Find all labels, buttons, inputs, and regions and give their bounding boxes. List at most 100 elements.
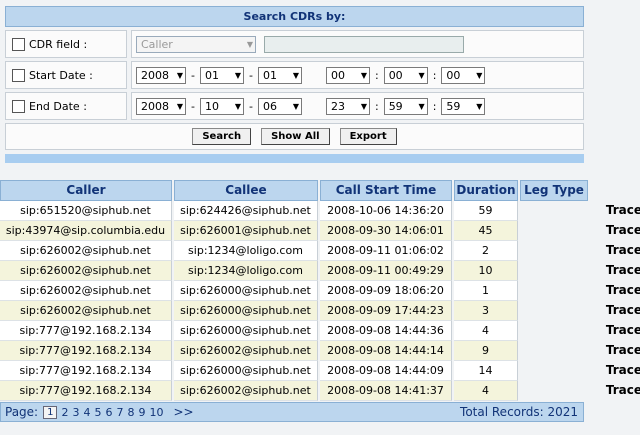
cell-start-time: 2008-09-08 14:41:37 bbox=[320, 381, 452, 401]
cell-caller: sip:626002@siphub.net bbox=[0, 261, 172, 281]
cell-caller: sip:777@192.168.2.134 bbox=[0, 321, 172, 341]
cell-duration: 3 bbox=[454, 301, 518, 321]
cell-duration: 2 bbox=[454, 241, 518, 261]
trace-link[interactable]: Trace bbox=[590, 321, 640, 341]
page-label: Page: bbox=[5, 405, 39, 419]
end-date-checkbox[interactable] bbox=[12, 99, 25, 113]
trace-link[interactable]: Trace bbox=[590, 381, 640, 401]
table-row: sip:777@192.168.2.134 sip:626002@siphub.n… bbox=[0, 381, 640, 401]
cell-start-time: 2008-09-09 17:44:23 bbox=[320, 301, 452, 321]
start-month-select[interactable]: 01 ▼ bbox=[199, 66, 244, 84]
cdr-field-row: CDR field : Caller ▼ bbox=[5, 30, 584, 58]
cdr-field-select[interactable]: Caller ▼ bbox=[136, 35, 256, 53]
cdr-field-label: CDR field : bbox=[29, 37, 88, 51]
table-row: sip:43974@sip.columbia.edu sip:626001@sip… bbox=[0, 221, 640, 241]
cell-start-time: 2008-09-08 14:44:36 bbox=[320, 321, 452, 341]
cell-callee: sip:626002@siphub.net bbox=[174, 341, 318, 361]
trace-link[interactable]: Trace bbox=[590, 301, 640, 321]
cdr-table: Caller Callee Call Start Time Duration L… bbox=[0, 180, 640, 401]
page-link[interactable]: 8 bbox=[127, 406, 134, 419]
trace-link[interactable]: Trace bbox=[590, 241, 640, 261]
cell-caller: sip:626002@siphub.net bbox=[0, 241, 172, 261]
cell-callee: sip:626001@siphub.net bbox=[174, 221, 318, 241]
cdr-field-checkbox[interactable] bbox=[12, 37, 25, 51]
cell-caller: sip:626002@siphub.net bbox=[0, 281, 172, 301]
page-links: 2 3 4 5 6 7 8 9 10 bbox=[59, 406, 165, 419]
chevron-down-icon: ▼ bbox=[418, 101, 425, 111]
cell-caller: sip:777@192.168.2.134 bbox=[0, 341, 172, 361]
page-link[interactable]: 6 bbox=[105, 406, 112, 419]
cdr-field-value-input[interactable] bbox=[264, 35, 464, 53]
cell-duration: 4 bbox=[454, 381, 518, 401]
cell-duration: 4 bbox=[454, 321, 518, 341]
cell-duration: 45 bbox=[454, 221, 518, 241]
table-row: sip:777@192.168.2.134 sip:626000@siphub.n… bbox=[0, 361, 640, 381]
chevron-down-icon: ▼ bbox=[360, 70, 367, 80]
end-date-row: End Date : 2008 ▼ - 10 ▼ - 06 ▼ 23 ▼ : 59 ▼ :… bbox=[5, 92, 584, 120]
divider-bar bbox=[5, 154, 584, 163]
header-caller[interactable]: Caller bbox=[0, 180, 172, 201]
page-link[interactable]: 3 bbox=[72, 406, 79, 419]
start-year-select[interactable]: 2008 ▼ bbox=[136, 66, 186, 84]
cell-callee: sip:624426@siphub.net bbox=[174, 201, 318, 221]
table-body: sip:651520@siphub.net sip:624426@siphub.n… bbox=[0, 201, 640, 401]
cell-duration: 59 bbox=[454, 201, 518, 221]
cell-caller: sip:777@192.168.2.134 bbox=[0, 381, 172, 401]
chevron-down-icon: ▼ bbox=[176, 101, 183, 111]
start-date-checkbox[interactable] bbox=[12, 68, 25, 82]
start-second-select[interactable]: 00 ▼ bbox=[441, 66, 486, 84]
table-row: sip:626002@siphub.net sip:626000@siphub.n… bbox=[0, 281, 640, 301]
end-second-select[interactable]: 59 ▼ bbox=[441, 97, 486, 115]
cell-leg-type bbox=[520, 261, 588, 281]
search-button[interactable]: Search bbox=[192, 128, 252, 145]
header-leg-type[interactable]: Leg Type bbox=[520, 180, 588, 201]
export-button[interactable]: Export bbox=[339, 128, 397, 145]
end-year-select[interactable]: 2008 ▼ bbox=[136, 97, 186, 115]
cell-duration: 14 bbox=[454, 361, 518, 381]
trace-link[interactable]: Trace bbox=[590, 201, 640, 221]
cell-leg-type bbox=[520, 361, 588, 381]
header-callee[interactable]: Callee bbox=[174, 180, 318, 201]
cell-start-time: 2008-09-08 14:44:09 bbox=[320, 361, 452, 381]
search-buttons: Search Show All Export bbox=[5, 123, 584, 150]
start-minute-select[interactable]: 00 ▼ bbox=[383, 66, 428, 84]
chevron-down-icon: ▼ bbox=[476, 101, 483, 111]
page-link[interactable]: 5 bbox=[94, 406, 101, 419]
cell-start-time: 2008-10-06 14:36:20 bbox=[320, 201, 452, 221]
end-hour-select[interactable]: 23 ▼ bbox=[325, 97, 370, 115]
cell-start-time: 2008-09-09 18:06:20 bbox=[320, 281, 452, 301]
header-duration[interactable]: Duration bbox=[454, 180, 518, 201]
page-link[interactable]: 4 bbox=[83, 406, 90, 419]
page-link[interactable]: 9 bbox=[138, 406, 145, 419]
page-link[interactable]: 10 bbox=[149, 406, 163, 419]
chevron-down-icon: ▼ bbox=[418, 70, 425, 80]
page-current: 1 bbox=[43, 405, 58, 419]
trace-link[interactable]: Trace bbox=[590, 341, 640, 361]
show-all-button[interactable]: Show All bbox=[261, 128, 330, 145]
page-link[interactable]: 7 bbox=[116, 406, 123, 419]
end-day-select[interactable]: 06 ▼ bbox=[257, 97, 302, 115]
trace-link[interactable]: Trace bbox=[590, 261, 640, 281]
start-day-select[interactable]: 01 ▼ bbox=[257, 66, 302, 84]
cell-callee: sip:626000@siphub.net bbox=[174, 361, 318, 381]
table-row: sip:626002@siphub.net sip:1234@loligo.com… bbox=[0, 261, 640, 281]
table-row: sip:777@192.168.2.134 sip:626000@siphub.n… bbox=[0, 321, 640, 341]
trace-link[interactable]: Trace bbox=[590, 221, 640, 241]
page-link[interactable]: 2 bbox=[61, 406, 68, 419]
end-month-select[interactable]: 10 ▼ bbox=[199, 97, 244, 115]
chevron-down-icon: ▼ bbox=[234, 70, 241, 80]
chevron-down-icon: ▼ bbox=[234, 101, 241, 111]
end-minute-select[interactable]: 59 ▼ bbox=[383, 97, 428, 115]
cell-duration: 10 bbox=[454, 261, 518, 281]
table-row: sip:651520@siphub.net sip:624426@siphub.n… bbox=[0, 201, 640, 221]
trace-link[interactable]: Trace bbox=[590, 281, 640, 301]
cell-callee: sip:626000@siphub.net bbox=[174, 301, 318, 321]
cell-leg-type bbox=[520, 241, 588, 261]
start-date-label: Start Date : bbox=[29, 68, 93, 82]
cell-caller: sip:651520@siphub.net bbox=[0, 201, 172, 221]
header-start-time[interactable]: Call Start Time bbox=[320, 180, 452, 201]
trace-link[interactable]: Trace bbox=[590, 361, 640, 381]
next-pages-link[interactable]: >> bbox=[173, 405, 193, 419]
start-hour-select[interactable]: 00 ▼ bbox=[325, 66, 370, 84]
pagination: Page: 1 2 3 4 5 6 7 8 9 10 >> Total Records: 202… bbox=[0, 402, 584, 422]
